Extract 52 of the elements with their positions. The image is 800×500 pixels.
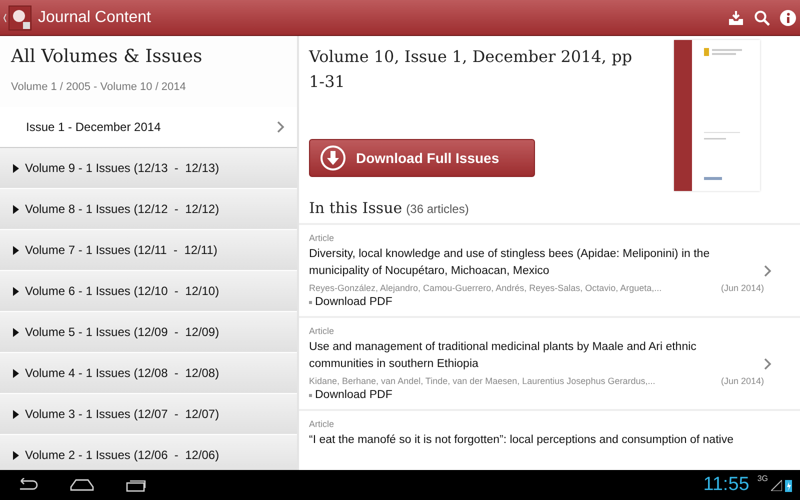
download-pdf-link[interactable]: Download PDF xyxy=(309,389,392,401)
article-type: Article xyxy=(309,326,336,336)
triangle-right-icon xyxy=(12,410,19,418)
volume-item[interactable]: Volume 9 - 1 Issues (12/13 - 12/13) xyxy=(0,148,297,189)
download-pdf-link[interactable]: Download PDF xyxy=(309,296,392,308)
chevron-right-icon xyxy=(764,358,772,370)
triangle-right-icon xyxy=(12,204,19,214)
sidebar-title: All Volumes & Issues xyxy=(11,46,204,67)
issue-title: Volume 10, Issue 1, December 2014, pp 1-31 xyxy=(309,46,634,93)
battery-icon xyxy=(785,478,792,492)
download-circle-icon xyxy=(320,145,346,171)
article-authors: Reyes-González, Alejandro, Camou-Guerrero, Andrés, Reyes-Salas, Octavio, Argueta,... xyxy=(309,283,662,293)
article-title: “I eat the manofé so it is not forgotten”: local perceptions and consumption of native xyxy=(309,433,734,448)
chevron-right-icon xyxy=(277,121,285,133)
bullet-icon xyxy=(309,300,312,304)
bullet-icon xyxy=(309,394,312,396)
network-type: 3G xyxy=(757,474,768,483)
triangle-right-icon xyxy=(12,164,19,172)
download-icon[interactable] xyxy=(728,10,744,26)
article-type: Article xyxy=(309,419,336,429)
chevron-right-icon xyxy=(764,264,772,276)
clock-time: 11:55 xyxy=(703,474,750,496)
recent-apps-icon[interactable] xyxy=(126,478,148,492)
article-title: Diversity, local knowledge and use of stingless bees (Apidae: Meliponini) in the municipality of Nocupétaro, Michoacan, Mexico xyxy=(309,247,711,279)
article-authors: Kidane, Berhane, van Andel, Tinde, van der Maesen, Laurentius Josephus Gerardus,... xyxy=(309,376,656,386)
info-icon[interactable] xyxy=(780,10,796,26)
volume-item[interactable]: Volume 6 - 1 Issues (12/10 - 12/10) xyxy=(0,271,297,312)
volume-item[interactable]: Volume 8 - 1 Issues (12/12 - 12/12) xyxy=(0,189,297,230)
volume-item[interactable]: Volume 5 - 1 Issues (12/09 - 12/09) xyxy=(0,312,297,353)
search-icon[interactable] xyxy=(754,10,770,26)
triangle-right-icon xyxy=(12,368,19,378)
article-count: (36 articles) xyxy=(406,202,469,216)
triangle-right-icon xyxy=(12,328,19,336)
volume-range: Volume 1 / 2005 - Volume 10 / 2014 xyxy=(11,81,187,93)
triangle-right-icon xyxy=(12,450,19,460)
journal-logo-icon[interactable] xyxy=(2,4,32,30)
volume-item[interactable]: Volume 2 - 1 Issues (12/06 - 12/06) xyxy=(0,435,297,470)
screen-title: Journal Content xyxy=(38,8,152,26)
volume-item[interactable]: Volume 4 - 1 Issues (12/08 - 12/08) xyxy=(0,353,297,394)
home-icon[interactable] xyxy=(70,479,94,491)
triangle-right-icon xyxy=(12,246,19,254)
triangle-right-icon xyxy=(12,286,19,296)
signal-icon xyxy=(771,480,782,490)
article-title: Use and management of traditional medicinal plants by Maale and Ari ethnic communities in southern Ethiopia xyxy=(309,340,698,372)
section-title: In this Issue xyxy=(309,199,402,217)
download-full-issues-button[interactable]: Download Full Issues xyxy=(309,139,535,177)
article-date: (Jun 2014) xyxy=(720,283,764,293)
volume-item[interactable]: Volume 7 - 1 Issues (12/11 - 12/11) xyxy=(0,230,297,271)
article-item[interactable]: Article “I eat the manofé so it is not forgotten”: local perceptions and consumption of native xyxy=(299,409,800,457)
volume-item[interactable]: Volume 3 - 1 Issues (12/07 - 12/07) xyxy=(0,394,297,435)
article-date: (Jun 2014) xyxy=(720,376,764,386)
article-type: Article xyxy=(309,233,336,243)
